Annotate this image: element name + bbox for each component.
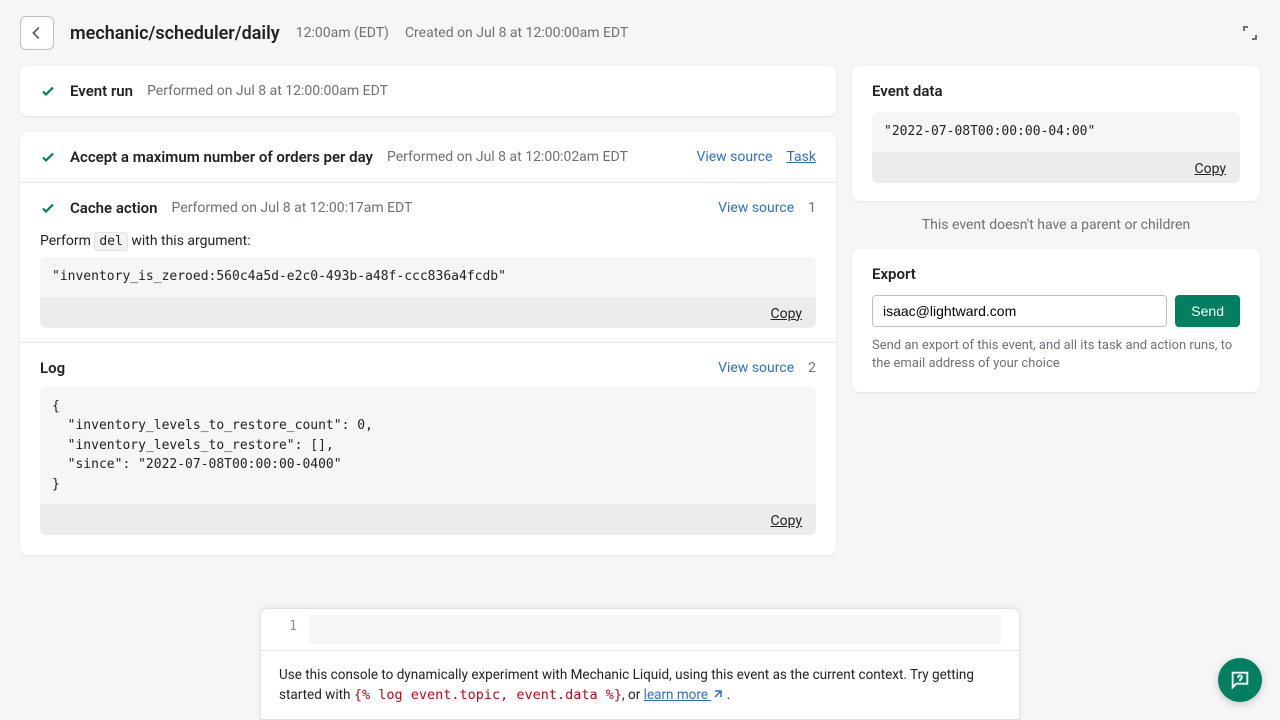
chat-help-icon [1229,669,1251,691]
back-button[interactable] [20,16,54,50]
page-title: mechanic/scheduler/daily [70,23,280,44]
log-title: Log [40,359,65,377]
export-title: Export [852,249,1260,295]
cache-argument-block: "inventory_is_zeroed:560c4a5d-e2c0-493b-… [40,257,816,328]
export-card: Export Send Send an export of this event… [852,249,1260,393]
task-view-source-link[interactable]: View source [696,149,772,165]
export-description: Send an export of this event, and all it… [852,327,1260,393]
log-content: { "inventory_levels_to_restore_count": 0… [40,387,816,505]
event-run-time: Performed on Jul 8 at 12:00:00am EDT [147,83,388,99]
cache-action-time: Performed on Jul 8 at 12:00:17am EDT [172,200,413,216]
console-line-number: 1 [261,609,309,650]
console-hint: Use this console to dynamically experime… [261,651,1019,720]
event-data-card: Event data "2022-07-08T00:00:00-04:00" C… [852,66,1260,201]
log-view-source-link[interactable]: View source [718,360,794,376]
cache-copy-button[interactable]: Copy [770,306,802,322]
event-data-content: "2022-07-08T00:00:00-04:00" [872,112,1240,152]
task-run-title: Accept a maximum number of orders per da… [70,148,373,166]
export-email-input[interactable] [872,295,1167,327]
check-icon [40,83,56,99]
learn-more-link[interactable]: learn more [644,687,724,703]
log-block: { "inventory_levels_to_restore_count": 0… [40,387,816,536]
task-run-time: Performed on Jul 8 at 12:00:02am EDT [387,149,628,165]
cache-action-title: Cache action [70,199,158,217]
event-run-title: Event run [70,82,133,100]
event-time: 12:00am (EDT) [296,25,389,41]
arrow-left-icon [28,24,46,42]
log-badge: 2 [808,360,816,376]
liquid-console: 1 Use this console to dynamically experi… [260,608,1020,720]
event-data-block: "2022-07-08T00:00:00-04:00" Copy [872,112,1240,183]
check-icon [40,149,56,165]
perform-command: del [94,232,127,251]
task-link[interactable]: Task [786,149,816,165]
expand-icon [1240,23,1260,43]
task-action-card: Accept a maximum number of orders per da… [20,132,836,555]
external-link-icon [711,689,723,701]
event-run-card: Event run Performed on Jul 8 at 12:00:00… [20,66,836,116]
cache-argument-content: "inventory_is_zeroed:560c4a5d-e2c0-493b-… [40,257,816,297]
check-icon [40,200,56,216]
fullscreen-button[interactable] [1240,23,1260,43]
console-editor-line[interactable] [309,615,1001,644]
console-hint-code: {% log event.topic, event.data %} [354,687,622,703]
export-send-button[interactable]: Send [1175,295,1240,327]
event-created: Created on Jul 8 at 12:00:00am EDT [405,25,628,41]
cache-view-source-link[interactable]: View source [718,200,794,216]
parent-children-message: This event doesn't have a parent or chil… [852,217,1260,233]
event-data-title: Event data [852,66,1260,112]
event-data-copy-button[interactable]: Copy [1194,161,1226,177]
perform-line: Perform del with this argument: [40,233,816,249]
log-copy-button[interactable]: Copy [770,513,802,529]
help-fab-button[interactable] [1218,658,1262,702]
cache-badge: 1 [808,200,816,216]
